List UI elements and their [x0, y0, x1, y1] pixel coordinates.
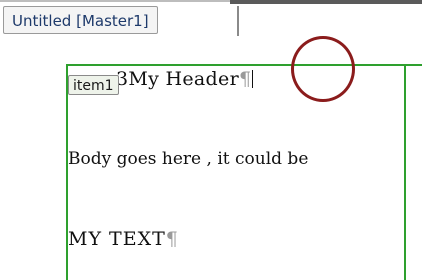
pilcrow-mark: ¶	[165, 228, 179, 250]
body-text: Body goes here , it could be	[68, 149, 309, 169]
header-line[interactable]: 3My Header¶	[116, 68, 254, 90]
toolbar-edge	[230, 0, 422, 4]
page-edge-divider	[237, 6, 239, 36]
text-box-frame-right-edge	[404, 64, 406, 280]
layout-window: Untitled [Master1] 3My Header¶ item1 Bod…	[0, 0, 422, 280]
pilcrow-mark: ¶	[238, 68, 252, 90]
header-text: My Header	[128, 68, 239, 90]
body-line[interactable]: Body goes here , it could be	[68, 149, 308, 169]
document-tab[interactable]: Untitled [Master1]	[3, 6, 158, 34]
item-label-badge[interactable]: item1	[68, 75, 119, 95]
my-text-line[interactable]: MY TEXT¶	[68, 228, 179, 250]
highlight-circle-annotation	[291, 36, 355, 102]
my-text: MY TEXT	[68, 228, 166, 250]
text-cursor	[252, 70, 254, 88]
document-tab-title: Untitled [Master1]	[12, 12, 149, 30]
item-label-text: item1	[73, 78, 114, 94]
